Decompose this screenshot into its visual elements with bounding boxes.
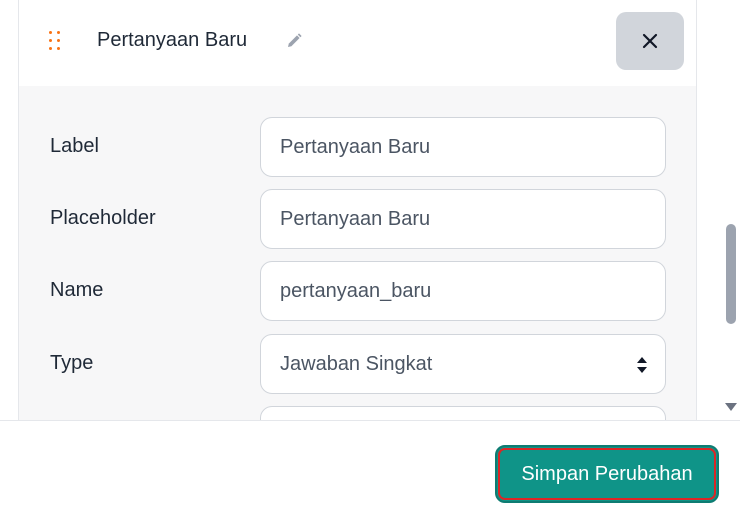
placeholder-input[interactable]: Pertanyaan Baru: [260, 189, 666, 249]
scrollbar[interactable]: [722, 0, 740, 420]
name-row: Name pertanyaan_baru: [19, 261, 696, 321]
form-body: Label Pertanyaan Baru Placeholder Pertan…: [19, 86, 696, 420]
name-field-label: Name: [50, 279, 104, 301]
question-card: Pertanyaan Baru Label Pertanyaan Baru Pl…: [18, 0, 697, 420]
type-field-label: Type: [50, 352, 94, 374]
footer: Simpan Perubahan: [0, 420, 740, 513]
close-icon: [642, 33, 658, 49]
placeholder-field-label: Placeholder: [50, 207, 156, 229]
label-row: Label Pertanyaan Baru: [19, 117, 696, 177]
next-row: [19, 406, 696, 420]
type-select[interactable]: Jawaban Singkat: [260, 334, 666, 394]
name-input[interactable]: pertanyaan_baru: [260, 261, 666, 321]
type-select-value: Jawaban Singkat: [280, 353, 433, 375]
label-field-label: Label: [50, 135, 99, 157]
card-header: Pertanyaan Baru: [19, 0, 696, 86]
next-field[interactable]: [260, 406, 666, 420]
placeholder-row: Placeholder Pertanyaan Baru: [19, 189, 696, 249]
scrollbar-thumb[interactable]: [726, 224, 736, 324]
save-changes-button[interactable]: Simpan Perubahan: [495, 445, 719, 503]
close-button[interactable]: [616, 12, 684, 70]
drag-handle-icon[interactable]: [49, 31, 63, 51]
question-title: Pertanyaan Baru: [97, 29, 248, 51]
pencil-icon[interactable]: [285, 32, 303, 50]
select-arrows-icon: [637, 357, 647, 373]
scroll-down-icon[interactable]: [725, 403, 737, 411]
type-row: Type Jawaban Singkat: [19, 334, 696, 394]
label-input[interactable]: Pertanyaan Baru: [260, 117, 666, 177]
